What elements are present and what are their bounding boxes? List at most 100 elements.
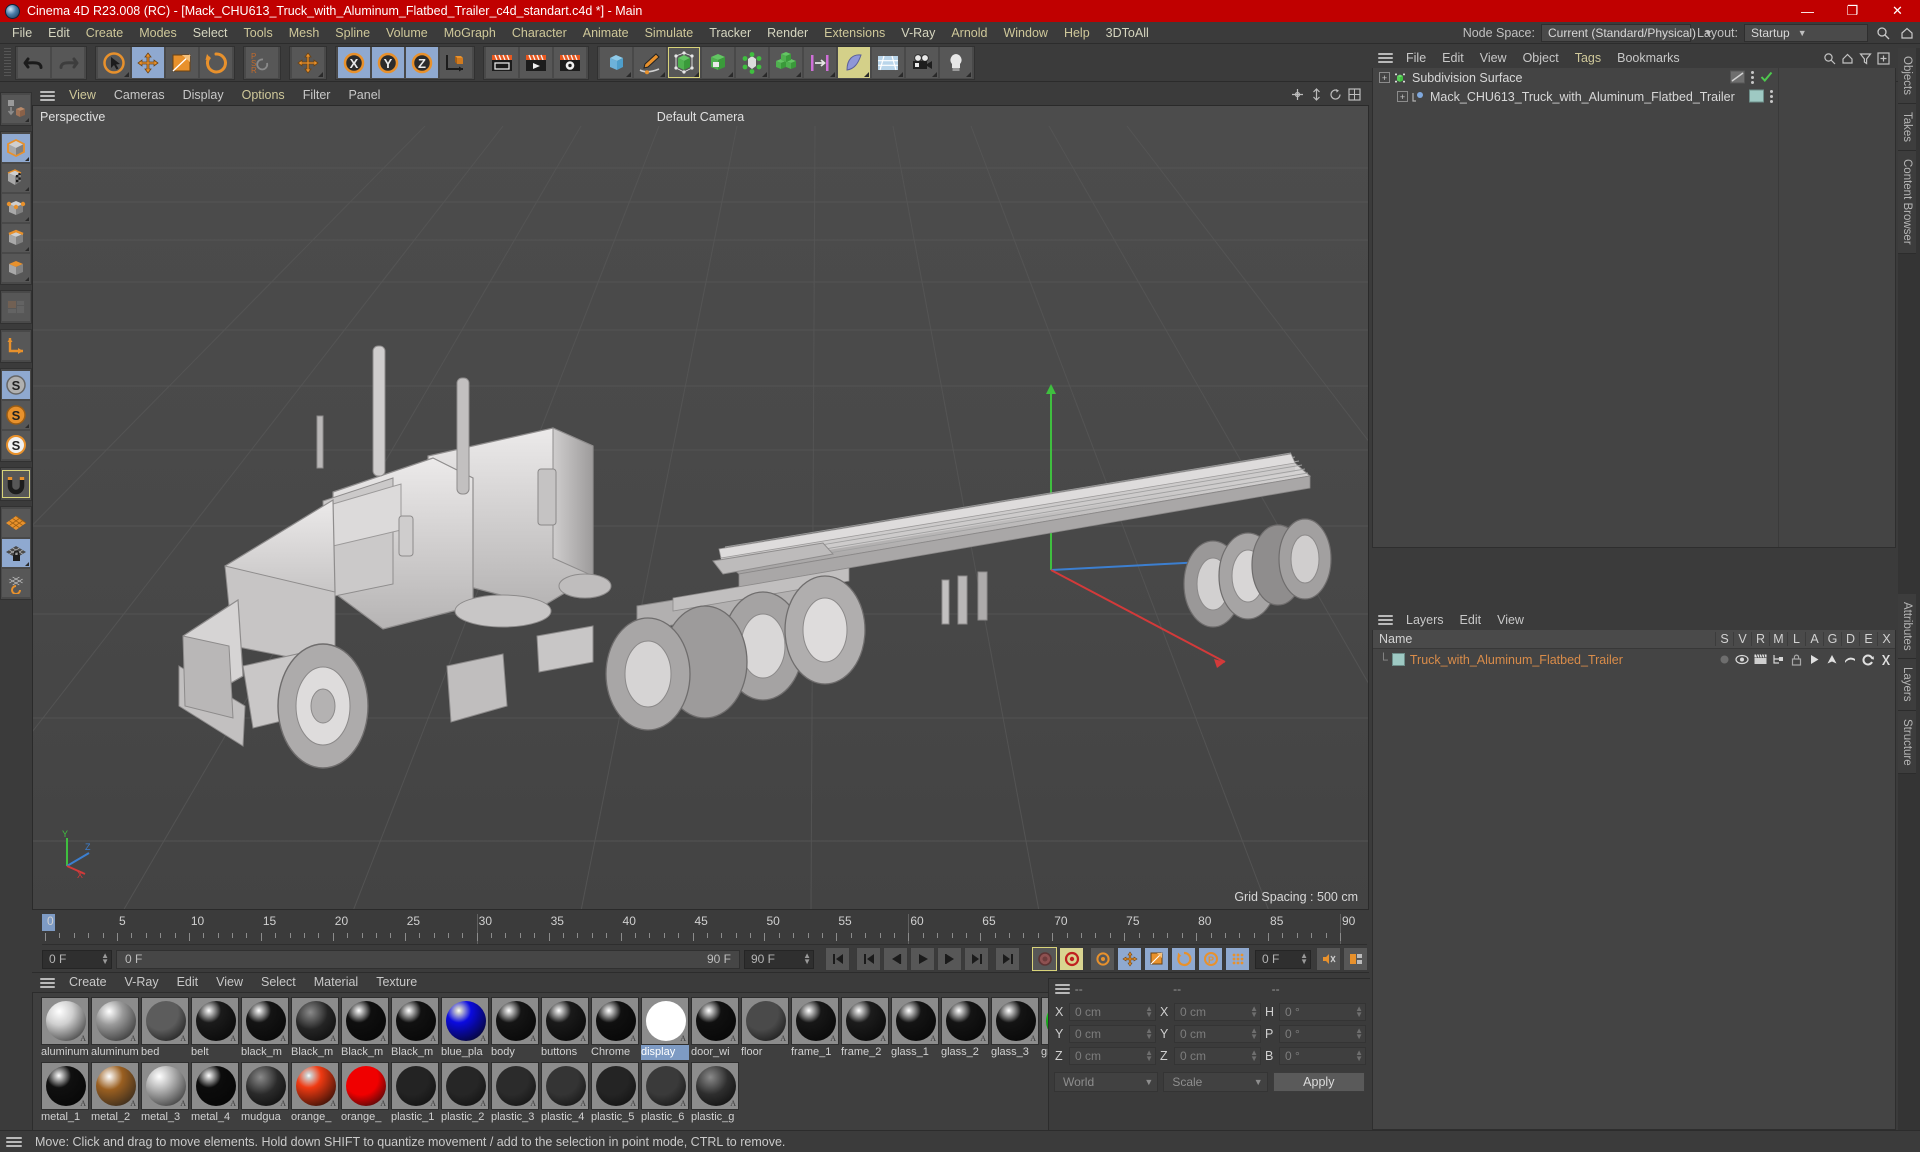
material-swatch[interactable]: Aglass_3 — [991, 997, 1039, 1060]
timeline-ruler[interactable]: 0 5 10 15 20 25 30 35 40 45 50 55 60 65 70 75 80 85 90 — [42, 913, 1367, 945]
objmgr-filter-icon[interactable] — [1858, 51, 1873, 66]
object-row-subdivision-surface[interactable]: + Subdivision Surface — [1373, 68, 1895, 87]
node-space-dropdown[interactable]: Current (Standard/Physical) ▼ — [1540, 23, 1713, 42]
material-swatch[interactable]: Aglass_1 — [891, 997, 939, 1060]
tool-submenu-corner[interactable] — [932, 72, 937, 77]
mograph-cubes-button[interactable] — [770, 47, 802, 78]
point-level-animation-button[interactable] — [1225, 947, 1250, 971]
menu-vray[interactable]: V-Ray — [893, 22, 943, 44]
layers-column-x[interactable]: X — [1877, 632, 1895, 646]
tool-submenu-corner[interactable] — [25, 217, 29, 221]
material-preview[interactable]: A — [441, 997, 489, 1045]
material-preview[interactable]: A — [641, 997, 689, 1045]
tool-submenu-corner[interactable] — [830, 72, 835, 77]
viewport-menu-display[interactable]: Display — [174, 86, 233, 105]
material-preview[interactable]: A — [891, 997, 939, 1045]
visible-checkmark-icon[interactable] — [1760, 70, 1773, 86]
layers-column-l[interactable]: L — [1787, 632, 1805, 646]
material-swatch[interactable]: Afloor — [741, 997, 789, 1060]
white-S-button[interactable]: S — [2, 431, 30, 459]
material-preview[interactable]: A — [491, 1062, 539, 1110]
toolbar-grip[interactable] — [4, 47, 11, 78]
layers-column-e[interactable]: E — [1859, 632, 1877, 646]
edge-tab-takes[interactable]: Takes — [1898, 104, 1916, 152]
material-preview[interactable]: A — [991, 997, 1039, 1045]
render-settings-button[interactable] — [554, 47, 586, 78]
layer-visible-cell[interactable] — [1733, 654, 1751, 665]
material-swatch[interactable]: Ametal_3 — [141, 1062, 189, 1125]
objmgr-menu-bookmarks[interactable]: Bookmarks — [1609, 48, 1688, 68]
tool-submenu-corner[interactable] — [864, 72, 869, 77]
layers-table[interactable]: Name S V R M L A G D E X └ Truck_with_Aluminum_Fla… — [1372, 630, 1896, 1130]
layer-color-tag-icon[interactable] — [1749, 89, 1764, 104]
layers-column-name[interactable]: Name — [1373, 632, 1715, 646]
material-preview[interactable]: A — [291, 1062, 339, 1110]
apply-button[interactable]: Apply — [1272, 1072, 1365, 1092]
viewport-menu-options[interactable]: Options — [233, 86, 294, 105]
material-preview[interactable]: A — [91, 997, 139, 1045]
position-key-button[interactable] — [1117, 947, 1142, 971]
search-icon[interactable] — [1874, 24, 1892, 42]
next-frame-button[interactable] — [937, 947, 962, 971]
spinner-arrows-icon[interactable]: ▲ ▼ — [1250, 1005, 1258, 1019]
material-swatch[interactable]: Aorange_ — [341, 1062, 389, 1125]
layer-row[interactable]: └ Truck_with_Aluminum_Flatbed_Trailer — [1373, 649, 1895, 670]
layers-menu-layers[interactable]: Layers — [1398, 610, 1452, 630]
layer-solo-cell[interactable] — [1715, 654, 1733, 665]
material-preview[interactable]: A — [191, 997, 239, 1045]
material-swatch[interactable]: Ablue_pla — [441, 997, 489, 1060]
redo-button[interactable] — [52, 47, 84, 78]
material-swatch[interactable]: Abuttons — [541, 997, 589, 1060]
material-swatch[interactable]: Aplastic_6 — [641, 1062, 689, 1125]
material-swatch[interactable]: Amudgua — [241, 1062, 289, 1125]
layers-column-v[interactable]: V — [1733, 632, 1751, 646]
spinner-arrows-icon[interactable]: ▲ ▼ — [1355, 1005, 1363, 1019]
close-button[interactable]: ✕ — [1875, 0, 1920, 22]
material-preview[interactable]: A — [91, 1062, 139, 1110]
material-swatch[interactable]: A Black_m — [341, 997, 389, 1060]
menu-mograph[interactable]: MoGraph — [436, 22, 504, 44]
viewport-layout-1-icon[interactable] — [1291, 88, 1304, 104]
spinner-arrows-icon[interactable]: ▲ ▼ — [1250, 1027, 1258, 1041]
object-manager-hamburger-icon[interactable] — [1378, 53, 1393, 63]
layer-xref-cell[interactable] — [1877, 654, 1895, 666]
spinner-arrows-icon[interactable]: ▲ ▼ — [803, 952, 811, 966]
current-frame-field[interactable]: 0 F ▲ ▼ — [42, 949, 112, 969]
lock-workplane-button[interactable] — [2, 539, 30, 567]
tool-submenu-corner[interactable] — [25, 247, 29, 251]
undo-button[interactable] — [18, 47, 50, 78]
material-preview[interactable]: A — [591, 997, 639, 1045]
cloner-button[interactable] — [736, 47, 768, 78]
array-object-button[interactable] — [702, 47, 734, 78]
material-swatch[interactable]: Ametal_4 — [191, 1062, 239, 1125]
end-frame-field[interactable]: 90 F ▲ ▼ — [744, 949, 814, 969]
layers-column-s[interactable]: S — [1715, 632, 1733, 646]
menu-3dtoall[interactable]: 3DToAll — [1098, 22, 1157, 44]
floor-environment-button[interactable] — [872, 47, 904, 78]
material-hamburger-icon[interactable] — [40, 977, 55, 988]
tool-submenu-corner[interactable] — [966, 72, 971, 77]
menu-edit[interactable]: Edit — [40, 22, 78, 44]
rotation-field-H[interactable]: 0 ° ▲ ▼ — [1279, 1003, 1366, 1021]
deformer-button[interactable] — [804, 47, 836, 78]
spinner-arrows-icon[interactable]: ▲ ▼ — [1145, 1049, 1153, 1063]
status-hamburger-icon[interactable] — [6, 1136, 22, 1147]
z-axis-lock[interactable]: Z — [406, 47, 438, 78]
live-selection-tool[interactable] — [98, 47, 130, 78]
edge-tab-layers[interactable]: Layers — [1898, 659, 1916, 711]
psr-toggle[interactable]: PSR — [246, 47, 278, 78]
tool-submenu-corner[interactable] — [762, 72, 767, 77]
objmgr-menu-object[interactable]: Object — [1515, 48, 1567, 68]
material-swatch[interactable]: Aorange_ — [291, 1062, 339, 1125]
layer-lock-cell[interactable] — [1787, 654, 1805, 666]
material-preview[interactable]: A — [741, 997, 789, 1045]
maximize-button[interactable]: ❐ — [1830, 0, 1875, 22]
material-preview[interactable]: A — [141, 1062, 189, 1110]
layers-column-a[interactable]: A — [1805, 632, 1823, 646]
menu-spline[interactable]: Spline — [327, 22, 378, 44]
material-preview[interactable]: A — [841, 997, 889, 1045]
rotation-field-P[interactable]: 0 ° ▲ ▼ — [1279, 1025, 1366, 1043]
spinner-arrows-icon[interactable]: ▲ ▼ — [101, 952, 109, 966]
menu-file[interactable]: File — [4, 22, 40, 44]
objmgr-add-icon[interactable] — [1876, 51, 1891, 66]
